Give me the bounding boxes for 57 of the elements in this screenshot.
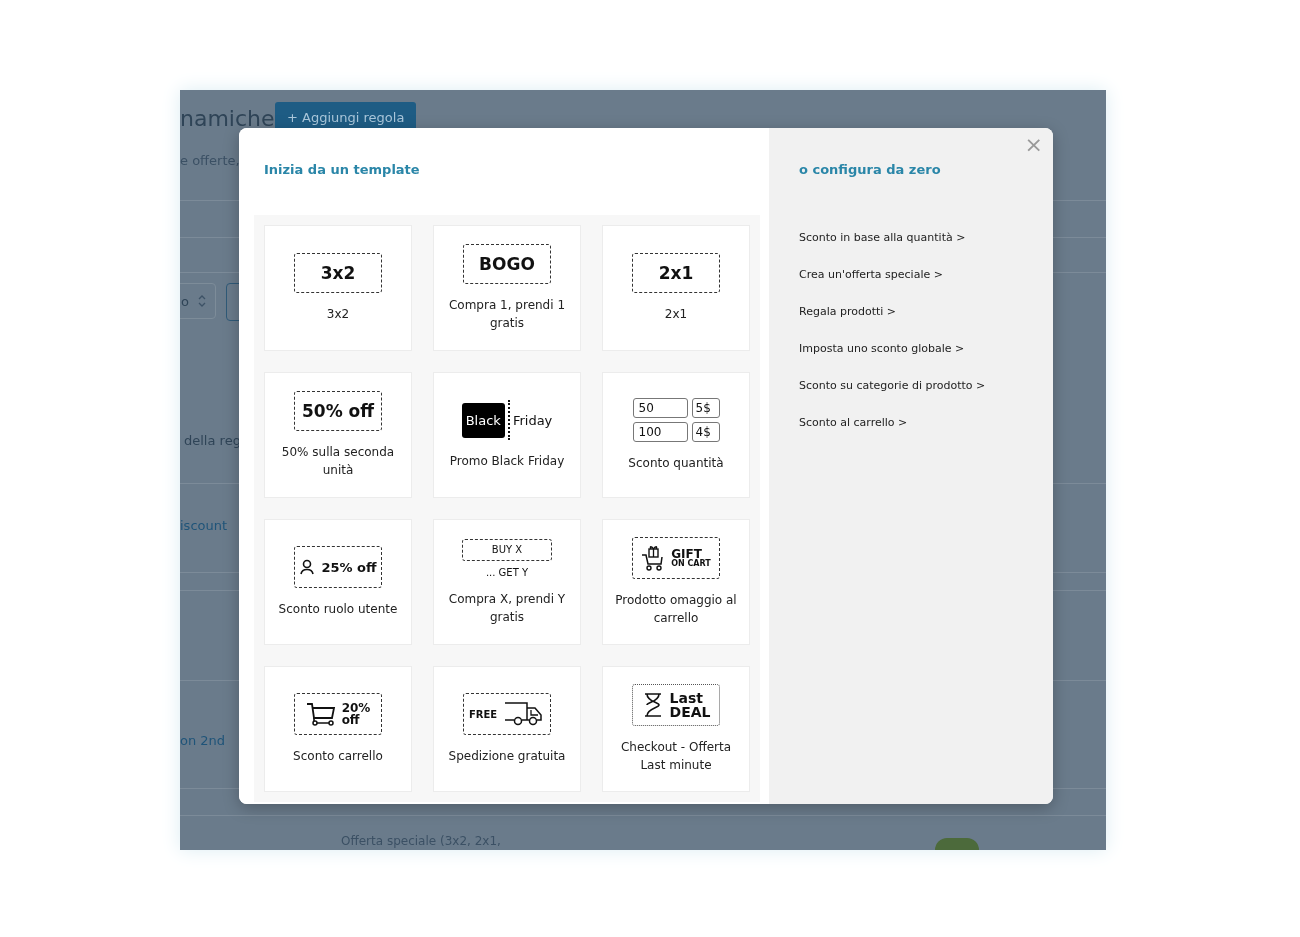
template-card[interactable]: 3x2 3x2 <box>264 225 412 351</box>
template-card[interactable]: 20% off Sconto carrello <box>264 666 412 792</box>
badge-text: off <box>341 714 361 726</box>
configuration-link[interactable]: Sconto su categorie di prodotto > <box>799 379 986 392</box>
badge-text: 20% <box>341 702 371 714</box>
template-card[interactable]: BUY X ... GET Y Compra X, prendi Y gratis <box>433 519 581 645</box>
coupon-badge: 2x1 <box>632 253 720 293</box>
quantity-cell: 50 <box>632 398 688 418</box>
coupon-badge: BOGO <box>463 244 551 284</box>
cart-icon <box>305 701 336 727</box>
template-label: Spedizione gratuita <box>448 748 566 765</box>
template-card[interactable]: FREE Spedizione gratuita <box>433 666 581 792</box>
template-label: Sconto carrello <box>293 748 383 765</box>
template-card[interactable]: 50% off 50% sulla seconda unità <box>264 372 412 498</box>
coupon-badge: 50% off <box>294 391 382 431</box>
coupon-badge: 3x2 <box>294 253 382 293</box>
quantity-cell: 4$ <box>691 422 720 442</box>
template-label: Promo Black Friday <box>449 453 565 470</box>
badge-text: GIFT <box>671 548 703 560</box>
template-label: Prodotto omaggio al carrello <box>614 592 738 627</box>
badge-text: FREE <box>468 708 498 720</box>
template-label: 2x1 <box>664 306 688 323</box>
template-label: Compra 1, prendi 1 gratis <box>447 297 567 332</box>
page-title: namiche <box>180 106 275 131</box>
template-card[interactable]: BOGO Compra 1, prendi 1 gratis <box>433 225 581 351</box>
template-card[interactable]: GIFT ON CART Prodotto omaggio al carrello <box>602 519 750 645</box>
configuration-link[interactable]: Sconto in base alla quantità > <box>799 231 966 244</box>
configuration-link[interactable]: Crea un'offerta speciale > <box>799 268 943 281</box>
label-tag: Black <box>461 402 505 438</box>
badge-text: DEAL <box>669 705 711 719</box>
quantity-cell: 5$ <box>691 398 720 418</box>
friday-label: Friday <box>512 412 553 428</box>
configuration-link[interactable]: Imposta uno sconto globale > <box>799 342 965 355</box>
template-label: Sconto quantità <box>628 455 724 472</box>
template-card[interactable]: Last DEAL Checkout - Offerta Last minute <box>602 666 750 792</box>
badge-text: ON CART <box>671 560 711 568</box>
template-card[interactable]: 50 5$ 100 4$ Sconto quantità <box>602 372 750 498</box>
configuration-link[interactable]: Sconto al carrello > <box>799 416 908 429</box>
template-label: Compra X, prendi Y gratis <box>447 590 567 626</box>
template-label: Sconto ruolo utente <box>278 601 398 618</box>
template-card[interactable]: Black Friday Promo Black Friday <box>433 372 581 498</box>
badge-text: 25% off <box>321 559 377 575</box>
coupon-badge: BUY X <box>462 538 552 561</box>
quantity-cell: 100 <box>632 422 688 442</box>
user-icon <box>299 559 316 575</box>
badge-text: Last <box>669 691 704 705</box>
chevron-icon <box>197 294 207 308</box>
template-label: 50% sulla seconda unità <box>280 444 396 479</box>
section-heading: Inizia da un template <box>264 162 421 177</box>
section-heading: o configura da zero <box>799 162 942 177</box>
gift-cart-icon <box>641 545 666 571</box>
template-label: Checkout - Offerta Last minute <box>619 739 733 774</box>
template-card[interactable]: 2x1 2x1 <box>602 225 750 351</box>
template-card[interactable]: 25% off Sconto ruolo utente <box>264 519 412 645</box>
template-label: 3x2 <box>326 306 350 323</box>
configuration-link[interactable]: Regala prodotti > <box>799 305 897 318</box>
badge-text: ... GET Y <box>485 566 529 578</box>
